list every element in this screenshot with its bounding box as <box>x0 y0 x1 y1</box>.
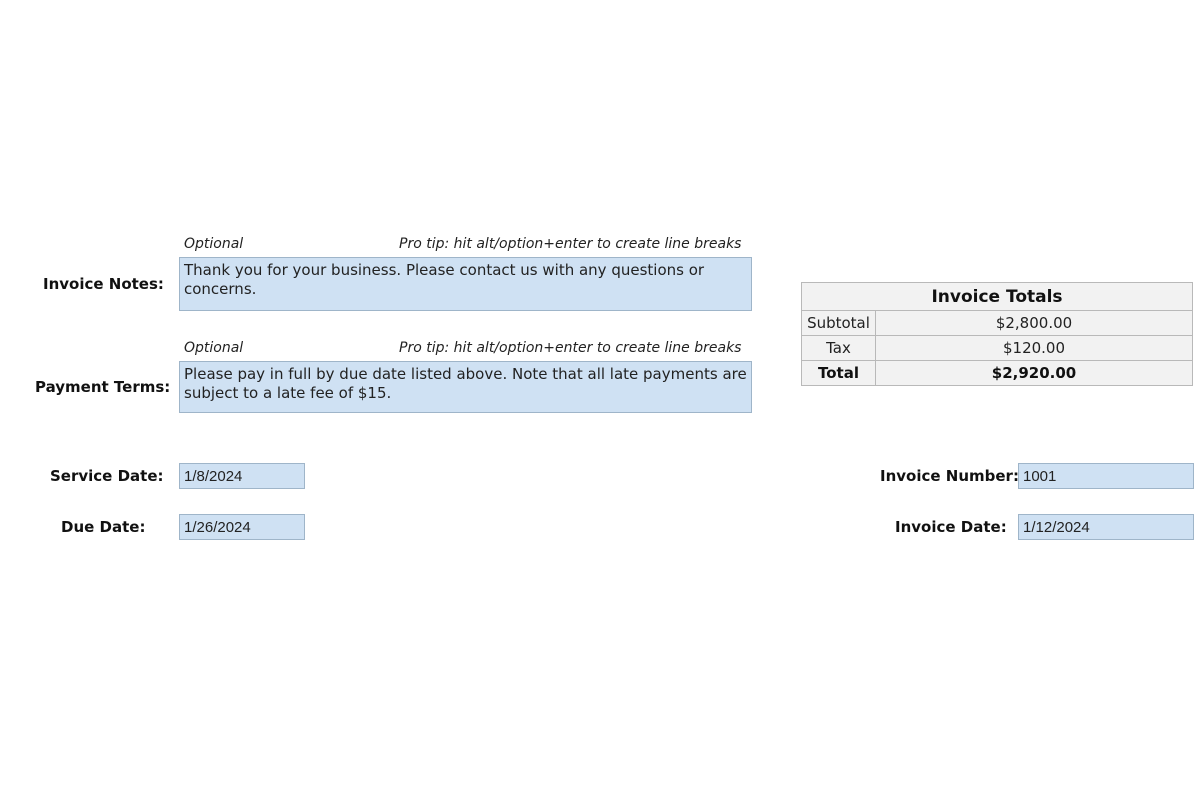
total-label: Total <box>801 360 876 386</box>
subtotal-label: Subtotal <box>801 310 876 336</box>
payment-terms-label: Payment Terms: <box>35 378 171 396</box>
subtotal-value: $2,800.00 <box>875 310 1193 336</box>
invoice-date-field[interactable] <box>1018 514 1194 540</box>
invoice-totals-table: Invoice Totals Subtotal $2,800.00 Tax $1… <box>801 282 1193 386</box>
service-date-field[interactable] <box>179 463 305 489</box>
invoice-number-field[interactable] <box>1018 463 1194 489</box>
table-row: Subtotal $2,800.00 <box>801 310 1193 336</box>
invoice-notes-optional-hint: Optional <box>184 236 244 252</box>
due-date-label: Due Date: <box>61 518 146 536</box>
invoice-notes-label: Invoice Notes: <box>43 275 164 293</box>
payment-terms-pro-tip: Pro tip: hit alt/option+enter to create … <box>399 340 742 356</box>
tax-value: $120.00 <box>875 335 1193 361</box>
invoice-totals-title: Invoice Totals <box>801 282 1193 311</box>
invoice-notes-pro-tip: Pro tip: hit alt/option+enter to create … <box>399 236 742 252</box>
table-row: Total $2,920.00 <box>801 360 1193 386</box>
table-row: Tax $120.00 <box>801 335 1193 361</box>
payment-terms-optional-hint: Optional <box>184 340 244 356</box>
invoice-number-label: Invoice Number: <box>880 467 1019 485</box>
invoice-date-label: Invoice Date: <box>895 518 1007 536</box>
total-value: $2,920.00 <box>875 360 1193 386</box>
due-date-field[interactable] <box>179 514 305 540</box>
invoice-notes-field[interactable]: Thank you for your business. Please cont… <box>179 257 752 311</box>
payment-terms-field[interactable]: Please pay in full by due date listed ab… <box>179 361 752 413</box>
service-date-label: Service Date: <box>50 467 164 485</box>
tax-label: Tax <box>801 335 876 361</box>
